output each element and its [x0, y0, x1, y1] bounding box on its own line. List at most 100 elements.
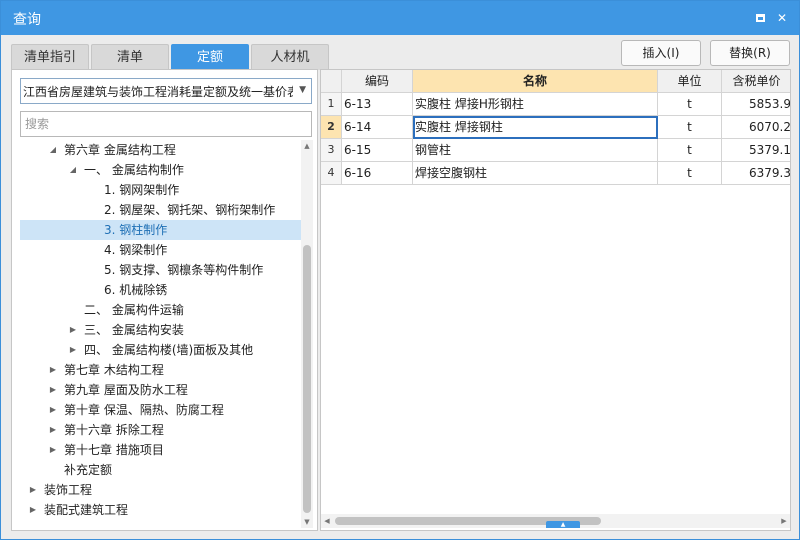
tree-node-label: 四、 金属结构楼(墙)面板及其他	[84, 343, 254, 357]
scroll-right-icon[interactable]: ▶	[778, 514, 790, 528]
tree-node[interactable]: 4. 钢梁制作	[20, 240, 301, 260]
table-corner	[321, 70, 342, 93]
expand-icon[interactable]: ▶	[48, 420, 58, 440]
quota-tree-panel: 江西省房屋建筑与装饰工程消耗量定额及统一基价表 ▼ ◢ 第六章 金属结构工程 ◢ 一、…	[11, 69, 318, 531]
tree-node-label: 三、 金属结构安装	[84, 323, 184, 337]
tree-node[interactable]: ▶ 三、 金属结构安装	[20, 320, 301, 340]
tree-node-label: 第九章 屋面及防水工程	[64, 383, 188, 397]
expand-icon[interactable]: ▶	[28, 500, 38, 520]
insert-button[interactable]: 插入(I)	[621, 40, 701, 66]
scroll-left-icon[interactable]: ◀	[321, 514, 333, 528]
quota-library-select[interactable]: 江西省房屋建筑与装饰工程消耗量定额及统一基价表 ▼	[20, 78, 312, 104]
tree-node-label: 第十章 保温、隔热、防腐工程	[64, 403, 224, 417]
expand-icon[interactable]: ▶	[28, 480, 38, 500]
tree-node-label: 第十七章 措施项目	[64, 443, 164, 457]
replace-button[interactable]: 替换(R)	[710, 40, 790, 66]
tree-node[interactable]: ◢ 一、 金属结构制作	[20, 160, 301, 180]
title-bar[interactable]: 查询 ✕	[1, 1, 799, 35]
tree-node[interactable]: ▶ 装饰工程	[20, 480, 301, 500]
cell-name[interactable]: 实腹柱 焊接H形钢柱	[413, 93, 658, 116]
cell-code[interactable]: 6-16	[342, 162, 413, 185]
cell-name[interactable]: 焊接空腹钢柱	[413, 162, 658, 185]
tree-node-label: 一、 金属结构制作	[84, 163, 184, 177]
column-header-code[interactable]: 编码	[342, 70, 413, 93]
tree-node-label: 4. 钢梁制作	[104, 243, 168, 257]
tree-node-label: 6. 机械除锈	[104, 283, 168, 297]
tree-node-label: 3. 钢柱制作	[104, 223, 168, 237]
row-number[interactable]: 3	[321, 139, 342, 162]
tree-node[interactable]: 二、 金属构件运输	[20, 300, 301, 320]
tree-node[interactable]: 3. 钢柱制作	[20, 220, 301, 240]
column-header-unit[interactable]: 单位	[658, 70, 722, 93]
row-number[interactable]: 2	[321, 116, 342, 139]
row-number[interactable]: 1	[321, 93, 342, 116]
collapse-icon[interactable]: ◢	[48, 140, 58, 160]
cell-code[interactable]: 6-15	[342, 139, 413, 162]
cell-name[interactable]: 钢管柱	[413, 139, 658, 162]
expand-icon[interactable]: ▶	[48, 440, 58, 460]
tree-node[interactable]: ◢ 第六章 金属结构工程	[20, 140, 301, 160]
tab-labor-material-machine[interactable]: 人材机	[251, 44, 329, 70]
quota-table: 编码 名称 单位 含税单价 1 6-13 实腹柱 焊接H形钢柱 t 5853.9 2 6-1…	[320, 69, 791, 531]
tree-node[interactable]: ▶ 第十七章 措施项目	[20, 440, 301, 460]
tree-node-label: 第六章 金属结构工程	[64, 143, 176, 157]
tree-node[interactable]: ▶ 第九章 屋面及防水工程	[20, 380, 301, 400]
scroll-down-icon[interactable]: ▼	[301, 516, 313, 528]
query-dialog: 查询 ✕ 清单指引 清单 定额 人材机 插入(I) 替换(R) 江西省房屋建筑与…	[0, 0, 800, 540]
tab-quota[interactable]: 定额	[171, 44, 249, 70]
maximize-icon	[755, 14, 765, 22]
tree-node[interactable]: 2. 钢屋架、钢托架、钢桁架制作	[20, 200, 301, 220]
cell-code[interactable]: 6-14	[342, 116, 413, 139]
cell-code[interactable]: 6-13	[342, 93, 413, 116]
row-number[interactable]: 4	[321, 162, 342, 185]
tree-node[interactable]: ▶ 四、 金属结构楼(墙)面板及其他	[20, 340, 301, 360]
tree-node[interactable]: 5. 钢支撑、钢檩条等构件制作	[20, 260, 301, 280]
close-button[interactable]: ✕	[772, 8, 792, 28]
cell-unit[interactable]: t	[658, 116, 722, 139]
tab-bill-guide[interactable]: 清单指引	[11, 44, 89, 70]
collapse-icon[interactable]: ◢	[68, 160, 78, 180]
cell-name[interactable]: 实腹柱 焊接钢柱	[413, 116, 658, 139]
tree-node-label: 1. 钢网架制作	[104, 183, 180, 197]
column-header-name[interactable]: 名称	[413, 70, 658, 93]
tree-scrollbar[interactable]: ▲ ▼	[301, 140, 313, 528]
scroll-up-icon[interactable]: ▲	[301, 140, 313, 152]
tree-node-label: 装配式建筑工程	[44, 503, 129, 517]
chapter-tree: ◢ 第六章 金属结构工程 ◢ 一、 金属结构制作 1. 钢网架制作 2. 钢屋架、钢托架、…	[20, 140, 301, 530]
expand-icon[interactable]: ▶	[48, 380, 58, 400]
cell-unit[interactable]: t	[658, 139, 722, 162]
expand-icon[interactable]: ▶	[48, 400, 58, 420]
tab-bill[interactable]: 清单	[91, 44, 169, 70]
maximize-button[interactable]	[750, 8, 770, 28]
tree-node-label: 第七章 木结构工程	[64, 363, 164, 377]
cell-price[interactable]: 5379.1	[722, 139, 790, 162]
cell-price[interactable]: 5853.9	[722, 93, 790, 116]
cell-price[interactable]: 6070.2	[722, 116, 790, 139]
dialog-title: 查询	[13, 12, 41, 28]
tree-node-label: 补充定额	[64, 463, 113, 477]
column-header-price[interactable]: 含税单价	[722, 70, 790, 93]
tree-node-label: 2. 钢屋架、钢托架、钢桁架制作	[104, 203, 276, 217]
tree-node[interactable]: ▶ 第十章 保温、隔热、防腐工程	[20, 400, 301, 420]
tree-node-label: 装饰工程	[44, 483, 93, 497]
chevron-down-icon: ▼	[299, 85, 306, 95]
tree-node[interactable]: ▶ 第七章 木结构工程	[20, 360, 301, 380]
expand-icon[interactable]: ▶	[48, 360, 58, 380]
expand-icon[interactable]: ▶	[68, 340, 78, 360]
cell-unit[interactable]: t	[658, 93, 722, 116]
tree-node[interactable]: 6. 机械除锈	[20, 280, 301, 300]
quota-library-value: 江西省房屋建筑与装饰工程消耗量定额及统一基价表	[23, 85, 293, 99]
tree-node[interactable]: ▶ 装配式建筑工程	[20, 500, 301, 520]
tree-node[interactable]: 补充定额	[20, 460, 301, 480]
expand-icon[interactable]: ▶	[68, 320, 78, 340]
panel-grip[interactable]: ▲	[546, 521, 580, 528]
tree-node[interactable]: ▶ 第十六章 拆除工程	[20, 420, 301, 440]
tree-node[interactable]: 1. 钢网架制作	[20, 180, 301, 200]
tree-node-label: 第十六章 拆除工程	[64, 423, 164, 437]
tree-node-label: 二、 金属构件运输	[84, 303, 184, 317]
scroll-thumb[interactable]	[303, 245, 311, 513]
tree-node-label: 5. 钢支撑、钢檩条等构件制作	[104, 263, 264, 277]
search-input[interactable]	[20, 111, 312, 137]
cell-price[interactable]: 6379.3	[722, 162, 790, 185]
cell-unit[interactable]: t	[658, 162, 722, 185]
